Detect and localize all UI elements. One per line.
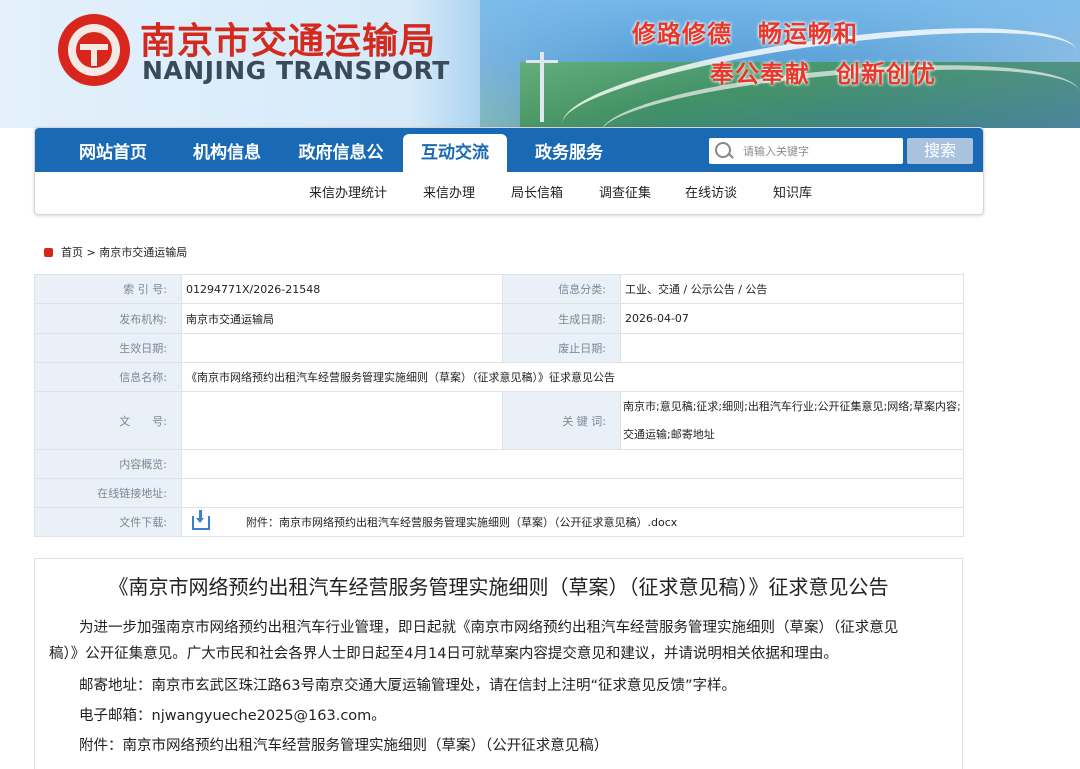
effective-date-label: 生效日期: (34, 333, 182, 363)
email-address: 电子邮箱：njwangyueche2025@163.com。 (79, 708, 386, 724)
keywords-line: 交通运输;邮寄地址 (623, 427, 715, 441)
nav-services[interactable]: 政务服务 (511, 128, 627, 172)
transport-logo-icon (58, 14, 130, 86)
breadcrumb-marker-icon (44, 248, 53, 257)
nav-interaction[interactable]: 互动交流 (403, 134, 507, 172)
attachment-link[interactable]: 附件：南京市网络预约出租汽车经营服务管理实施细则（草案）（公开征求意见稿） (49, 733, 949, 759)
search-input[interactable] (743, 138, 893, 164)
site-banner: 南京市交通运输局 NANJING TRANSPORT 修路修德 畅运畅和 奉公奉… (0, 0, 1080, 128)
table-row: 索 引 号: 01294771X/2026-21548 信息分类: 工业、交通 … (34, 274, 964, 304)
subnav-letter-stats[interactable]: 来信办理统计 (309, 182, 387, 201)
doc-number-value (181, 391, 503, 450)
repeal-date-label: 废止日期: (502, 333, 621, 363)
download-label: 文件下载: (34, 507, 182, 537)
article-body: 《南京市网络预约出租汽车经营服务管理实施细则（草案）（征求意见稿）》征求意见公告… (34, 558, 963, 769)
info-name-value: 《南京市网络预约出租汽车经营服务管理实施细则（草案）（征求意见稿）》征求意见公告 (181, 362, 964, 392)
table-row: 生效日期: 废止日期: (34, 333, 964, 363)
table-row: 信息名称: 《南京市网络预约出租汽车经营服务管理实施细则（草案）（征求意见稿）》… (34, 362, 964, 392)
publisher-label: 发布机构: (34, 303, 182, 334)
search-button[interactable]: 搜索 (907, 138, 973, 164)
nav-bar: 网站首页 机构信息 政府信息公 互动交流 政务服务 搜索 (35, 128, 983, 172)
slogan: 奉公奉献 (710, 60, 810, 88)
doc-number-label: 文 号: (34, 391, 182, 450)
slogan: 畅运畅和 (758, 20, 858, 48)
breadcrumb-separator: > (86, 246, 96, 259)
index-label: 索 引 号: (34, 274, 182, 304)
nav-home[interactable]: 网站首页 (55, 128, 171, 172)
effective-date-value (181, 333, 503, 363)
publisher-value: 南京市交通运输局 (181, 303, 503, 334)
created-date-label: 生成日期: (502, 303, 621, 334)
nav-organization[interactable]: 机构信息 (169, 128, 285, 172)
keywords-line: 南京市;意见稿;征求;细则;出租汽车行业;公开征集意见;网络;草案内容; (623, 399, 961, 413)
banner-pylon-arm (526, 60, 558, 63)
slogan: 修路修德 (632, 20, 732, 48)
article-title: 《南京市网络预约出租汽车经营服务管理实施细则（草案）（征求意见稿）》征求意见公告 (108, 575, 889, 599)
mail-address: 邮寄地址：南京市玄武区珠江路63号南京交通大厦运输管理处，请在信封上注明“征求意… (79, 678, 736, 694)
online-link-label: 在线链接地址: (34, 478, 182, 508)
subnav-survey[interactable]: 调查征集 (599, 182, 651, 201)
category-label: 信息分类: (502, 274, 621, 304)
table-row: 发布机构: 南京市交通运输局 生成日期: 2026-04-07 (34, 303, 964, 334)
table-row: 在线链接地址: (34, 478, 964, 508)
index-value: 01294771X/2026-21548 (181, 274, 503, 304)
repeal-date-value (620, 333, 964, 363)
subnav-online-interview[interactable]: 在线访谈 (685, 182, 737, 201)
table-row: 内容概览: (34, 449, 964, 479)
created-date-value: 2026-04-07 (620, 303, 964, 334)
table-row: 文 号: 关 键 词: 南京市;意见稿;征求;细则;出租汽车行业;公开征集意见;… (34, 391, 964, 450)
info-name-label: 信息名称: (34, 362, 182, 392)
breadcrumb-current[interactable]: 南京市交通运输局 (99, 246, 187, 259)
download-cell: 附件：南京市网络预约出租汽车经营服务管理实施细则（草案）（公开征求意见稿）.do… (181, 507, 964, 537)
breadcrumb: 首页 > 南京市交通运输局 (44, 244, 187, 260)
info-metadata-table: 索 引 号: 01294771X/2026-21548 信息分类: 工业、交通 … (34, 274, 964, 537)
search-icon-handle (728, 153, 734, 159)
main-navigation: 网站首页 机构信息 政府信息公 互动交流 政务服务 搜索 来信办理统计 来信办理… (34, 127, 984, 215)
nav-gov-info[interactable]: 政府信息公 (283, 128, 399, 172)
paragraph-line: 稿）》公开征集意见。广大市民和社会各界人士即日起至4月14日可就草案内容提交意见… (49, 646, 838, 662)
summary-label: 内容概览: (34, 449, 182, 479)
online-link-value (181, 478, 964, 508)
subnav-director-mailbox[interactable]: 局长信箱 (511, 182, 563, 201)
subnav-letter-handling[interactable]: 来信办理 (423, 182, 475, 201)
table-row: 文件下载: 附件：南京市网络预约出租汽车经营服务管理实施细则（草案）（公开征求意… (34, 507, 964, 537)
summary-value (181, 449, 964, 479)
keywords-value: 南京市;意见稿;征求;细则;出租汽车行业;公开征集意见;网络;草案内容; 交通运输… (620, 391, 964, 450)
breadcrumb-home[interactable]: 首页 (61, 246, 83, 259)
category-value: 工业、交通 / 公示公告 / 公告 (620, 274, 964, 304)
keywords-label: 关 键 词: (502, 391, 621, 450)
paragraph-line: 为进一步加强南京市网络预约出租汽车行业管理，即日起就《南京市网络预约出租汽车经营… (79, 620, 899, 636)
search-box (709, 138, 903, 164)
download-icon[interactable] (192, 510, 210, 530)
article-paragraph: 为进一步加强南京市网络预约出租汽车行业管理，即日起就《南京市网络预约出租汽车经营… (49, 615, 949, 667)
slogan: 创新创优 (836, 60, 936, 88)
logo-title-en: NANJING TRANSPORT (142, 56, 450, 85)
subnav-knowledge-base[interactable]: 知识库 (773, 182, 812, 201)
download-link[interactable]: 附件：南京市网络预约出租汽车经营服务管理实施细则（草案）（公开征求意见稿）.do… (246, 516, 677, 529)
